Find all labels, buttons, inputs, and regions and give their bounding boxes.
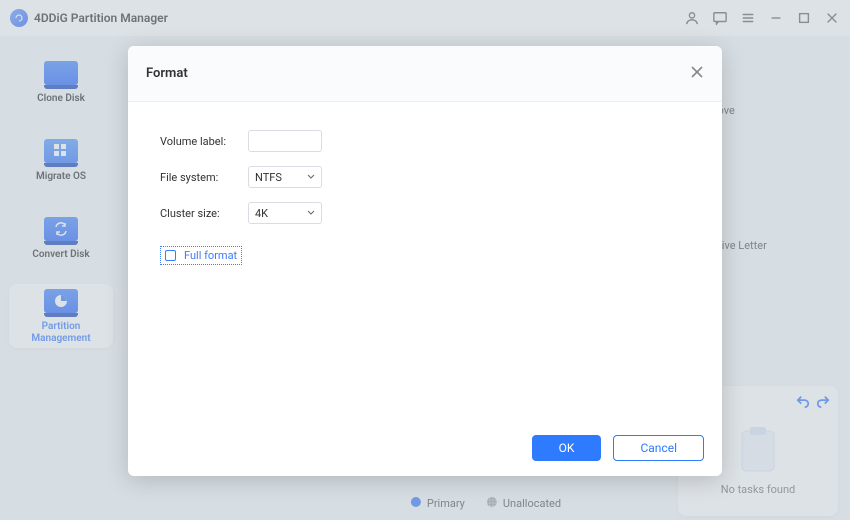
chevron-down-icon <box>307 209 315 217</box>
file-system-label: File system: <box>160 171 234 184</box>
chevron-down-icon <box>307 173 315 181</box>
full-format-checkbox[interactable]: Full format <box>160 246 242 265</box>
cluster-size-select[interactable]: 4K <box>248 202 322 224</box>
cluster-size-value: 4K <box>255 207 268 220</box>
format-dialog: Format Volume label: File system: NTFS C… <box>128 46 722 476</box>
dialog-close-button[interactable] <box>690 64 704 83</box>
volume-label-input[interactable] <box>248 130 322 152</box>
ok-button[interactable]: OK <box>532 435 602 461</box>
file-system-value: NTFS <box>255 171 282 184</box>
full-format-label: Full format <box>184 249 237 262</box>
dialog-title: Format <box>146 66 188 81</box>
volume-label-label: Volume label: <box>160 135 234 148</box>
cancel-button[interactable]: Cancel <box>613 435 704 461</box>
checkbox-icon <box>165 250 176 261</box>
file-system-select[interactable]: NTFS <box>248 166 322 188</box>
cluster-size-label: Cluster size: <box>160 207 234 220</box>
